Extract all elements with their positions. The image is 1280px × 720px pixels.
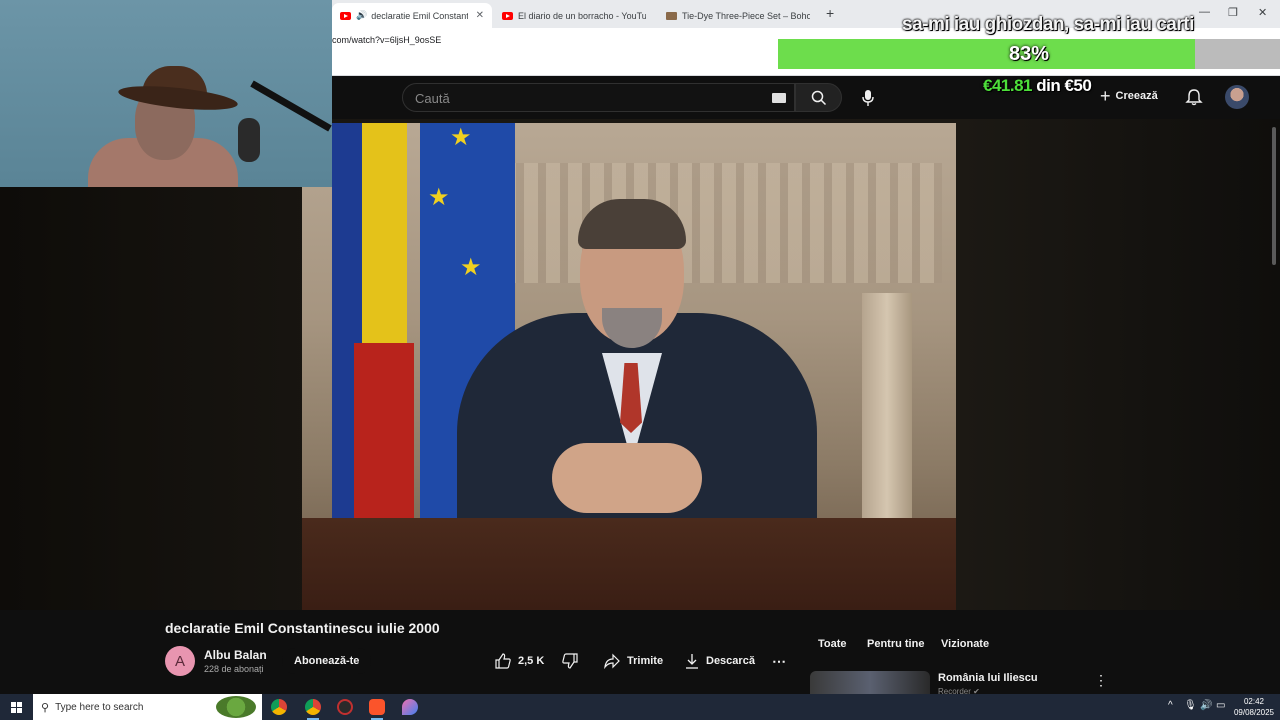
search-highlight-icon <box>216 696 256 718</box>
keyboard-icon[interactable] <box>772 93 786 103</box>
tab-title: declaratie Emil Constantinescu <box>371 10 467 21</box>
taskbar-clock[interactable]: 02:42 09/08/2025 <box>1232 696 1276 718</box>
youtube-icon <box>340 11 351 20</box>
chrome-icon[interactable] <box>271 699 287 715</box>
clock-time: 02:42 <box>1243 697 1265 706</box>
microphone-icon <box>862 90 874 106</box>
tab-tie-dye[interactable]: Tie-Dye Three-Piece Set – Boho Chic <box>658 3 818 28</box>
download-icon <box>686 654 698 669</box>
video-desk <box>302 518 956 610</box>
download-button[interactable]: Descarcă <box>685 648 755 674</box>
recommended-more-icon[interactable]: ⋮ <box>1094 672 1108 689</box>
share-icon <box>604 653 620 669</box>
video-carving <box>502 163 942 283</box>
subscriber-count: 228 de abonați <box>204 664 264 674</box>
windows-taskbar: ⚲ Type here to search ^ 🎙 🔊 ▭ 02:42 09/0… <box>0 694 1280 720</box>
search-input[interactable]: Caută <box>402 83 795 112</box>
share-button[interactable]: Trimite <box>604 648 663 674</box>
stream-caption: sa-mi iau ghiozdan, sa-mi iau carti <box>902 14 1194 35</box>
plus-icon: + <box>1100 86 1111 106</box>
url-text[interactable]: com/watch?v=6ljsH_9osSE <box>332 35 441 45</box>
new-tab-button[interactable]: + <box>826 5 834 21</box>
page-scrollbar[interactable] <box>1270 119 1278 694</box>
show-hidden-icons-chevron-icon[interactable]: ^ <box>1168 700 1173 711</box>
app-icon[interactable] <box>402 699 418 715</box>
video-title: declaratie Emil Constantinescu iulie 200… <box>165 620 440 636</box>
scrollbar-thumb[interactable] <box>1272 127 1276 265</box>
account-avatar[interactable] <box>1225 85 1249 109</box>
screen: 🔊 declaratie Emil Constantinescu ✕ El di… <box>0 0 1280 720</box>
voice-search-button[interactable] <box>855 85 881 111</box>
subscribe-button[interactable]: Abonează-te <box>282 648 372 674</box>
clock-date: 09/08/2025 <box>1233 708 1275 717</box>
donation-goal: €41.81 din €50 <box>983 76 1092 96</box>
video-player[interactable]: ★ ★ ★ <box>302 123 956 610</box>
create-label: Creează <box>1115 90 1158 102</box>
app-icon[interactable] <box>337 699 353 715</box>
minimize-button[interactable]: — <box>1199 6 1210 18</box>
youtube-icon <box>502 11 513 20</box>
search-icon: ⚲ <box>41 701 50 714</box>
channel-name[interactable]: Albu Balan <box>204 648 267 662</box>
dislike-button[interactable] <box>562 648 578 674</box>
like-count: 2,5 K <box>518 655 545 667</box>
create-button[interactable]: + Creează <box>1100 86 1158 106</box>
chip-watched[interactable]: Vizionate <box>941 638 989 650</box>
donation-progress-bar: 83% <box>778 39 1280 69</box>
search-icon <box>811 90 826 105</box>
webcam-microphone <box>238 118 260 162</box>
star-icon: ★ <box>428 184 450 211</box>
webcam-overlay <box>0 0 332 187</box>
speaker-icon[interactable]: 🔊 <box>356 10 367 21</box>
like-button[interactable]: 2,5 K <box>495 648 544 674</box>
recommended-title[interactable]: România lui Iliescu <box>938 672 1038 684</box>
tab-el-diario[interactable]: El diario de un borracho - YouTube <box>494 3 654 28</box>
restore-button[interactable]: ❐ <box>1228 6 1238 19</box>
windows-logo-icon <box>10 701 22 713</box>
thumbs-up-icon <box>495 653 511 669</box>
star-icon: ★ <box>460 254 482 281</box>
brave-browser-icon[interactable] <box>369 699 385 720</box>
thumbs-down-icon <box>562 653 578 669</box>
progress-percent: 83% <box>1008 43 1050 65</box>
download-label: Descarcă <box>706 655 755 667</box>
chrome-icon[interactable] <box>305 699 321 720</box>
recommended-thumbnail[interactable] <box>810 671 930 694</box>
star-icon: ★ <box>450 124 472 151</box>
share-label: Trimite <box>627 655 664 667</box>
start-button[interactable] <box>0 694 32 720</box>
goal-raised: €41.81 <box>983 76 1033 95</box>
webcam-mic-arm <box>250 80 332 132</box>
taskbar-search-placeholder: Type here to search <box>55 701 144 713</box>
taskbar-search-box[interactable]: ⚲ Type here to search <box>33 694 262 720</box>
video-hands <box>552 443 702 513</box>
goal-target: din €50 <box>1032 76 1092 95</box>
tab-title: Tie-Dye Three-Piece Set – Boho Chic <box>682 10 810 21</box>
shop-icon <box>666 11 677 20</box>
microphone-icon[interactable]: 🎙 <box>1184 700 1197 711</box>
network-icon[interactable]: ▭ <box>1216 700 1225 711</box>
close-window-button[interactable]: ✕ <box>1258 6 1267 19</box>
chip-all[interactable]: Toate <box>818 638 847 650</box>
notifications-bell-icon[interactable] <box>1184 87 1204 107</box>
close-tab-icon[interactable]: ✕ <box>476 10 484 21</box>
chip-for-you[interactable]: Pentru tine <box>867 638 924 650</box>
channel-avatar[interactable]: A <box>165 646 195 676</box>
tab-title: El diario de un borracho - YouTube <box>518 10 646 21</box>
search-button[interactable] <box>795 83 842 112</box>
search-placeholder: Caută <box>415 91 450 106</box>
tab-declaratie[interactable]: 🔊 declaratie Emil Constantinescu ✕ <box>332 3 492 28</box>
volume-icon[interactable]: 🔊 <box>1200 700 1212 711</box>
more-actions-button[interactable]: ⋯ <box>772 648 786 674</box>
